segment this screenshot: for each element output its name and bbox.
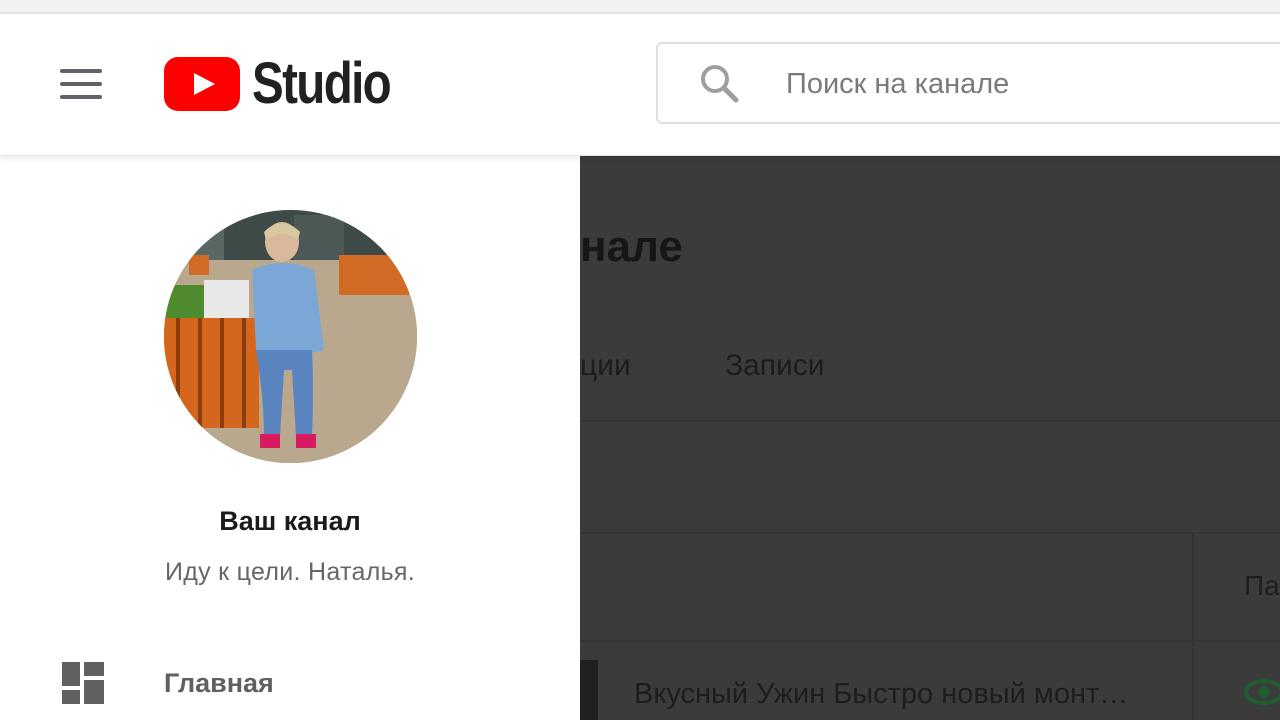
logo-text: Studio xyxy=(252,51,392,116)
main-content-dimmed: нале ции Записи Па Вкусный Ужин Быстро н… xyxy=(580,156,1280,720)
tab-partial[interactable]: ции xyxy=(580,349,631,383)
navigation-drawer: Ваш канал Иду к цели. Наталья. Главная xyxy=(0,156,580,720)
channel-title: Ваш канал xyxy=(219,506,361,536)
top-strip xyxy=(0,0,1280,14)
divider xyxy=(580,532,1280,534)
app-header: Studio xyxy=(0,14,1280,156)
sidebar-item-dashboard[interactable]: Главная xyxy=(0,638,580,720)
video-thumbnail[interactable] xyxy=(580,660,598,720)
tab-posts[interactable]: Записи xyxy=(725,349,825,383)
dashboard-icon xyxy=(62,662,104,704)
search-icon[interactable] xyxy=(698,62,740,104)
menu-icon[interactable] xyxy=(60,69,104,101)
youtube-play-icon xyxy=(164,57,240,111)
eye-icon xyxy=(1244,679,1280,705)
avatar-photo xyxy=(164,210,417,463)
column-header: Па xyxy=(1244,570,1280,601)
search-input[interactable] xyxy=(786,62,1266,106)
channel-avatar[interactable] xyxy=(164,210,417,463)
channel-name: Иду к цели. Наталья. xyxy=(164,558,416,586)
app-window: Studio нале ции Записи Па Вкусный Ужин Б… xyxy=(0,0,1280,720)
page-title: нале xyxy=(580,222,683,271)
column-separator xyxy=(1192,532,1194,720)
search-bar[interactable] xyxy=(656,42,1280,124)
video-title[interactable]: Вкусный Ужин Быстро новый монт… xyxy=(634,678,1128,711)
youtube-studio-logo[interactable]: Studio xyxy=(164,51,420,116)
sidebar-item-label: Главная xyxy=(164,668,274,698)
divider xyxy=(580,420,1280,422)
divider xyxy=(580,640,1280,642)
